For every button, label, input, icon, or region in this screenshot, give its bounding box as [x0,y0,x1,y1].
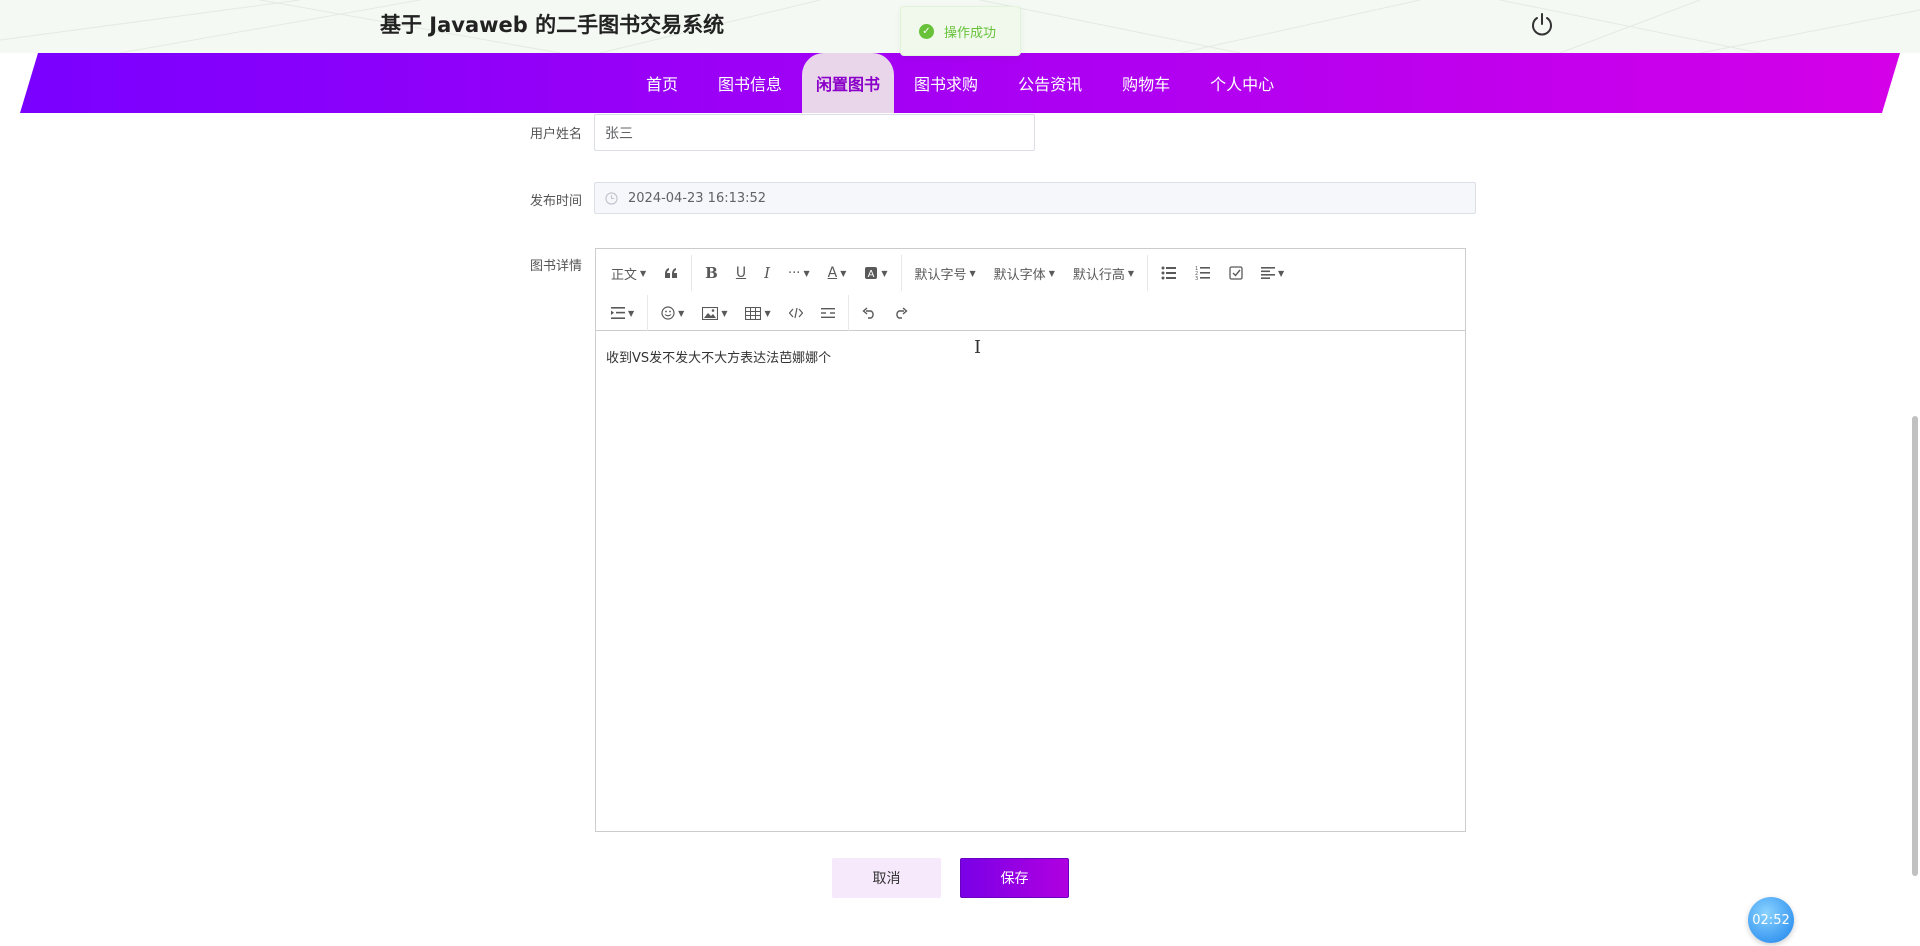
clock-icon [605,191,618,205]
undo-icon[interactable] [853,298,885,328]
paragraph-format-dropdown[interactable]: 正文 ▼ [602,258,655,288]
emoji-icon[interactable]: ▼ [652,298,693,328]
nav-item-announcements[interactable]: 公告资讯 [998,53,1102,113]
nav-items: 首页 图书信息 闲置图书 图书求购 公告资讯 购物车 个人中心 [626,53,1294,113]
svg-text:3: 3 [1195,276,1198,280]
code-icon[interactable] [780,298,812,328]
editor-content[interactable]: 收到VS发不发大不大方表达法芭娜娜个 [596,331,1465,831]
toolbar-divider [691,255,693,291]
align-icon[interactable]: ▼ [1252,258,1293,288]
bold-icon[interactable]: B [696,258,727,288]
italic-icon[interactable]: I [755,258,779,288]
username-field[interactable]: 张三 [594,114,1035,151]
svg-text:A: A [868,269,875,280]
more-style-dropdown[interactable]: ··· ▼ [779,258,819,288]
toolbar-divider [1147,255,1149,291]
editor-paragraph: 收到VS发不发大不大方表达法芭娜娜个 [606,351,832,366]
toolbar-divider [900,255,902,291]
todo-icon[interactable] [1220,258,1252,288]
rich-text-editor: 正文 ▼ B U I ··· ▼ A ▼ A ▼ 默认字号 ▼ 默认字体 ▼ 默认行高 ▼ 1… [595,248,1466,832]
nav-item-profile[interactable]: 个人中心 [1190,53,1294,113]
nav-item-book-wanted[interactable]: 图书求购 [894,53,998,113]
save-button[interactable]: 保存 [960,858,1069,898]
line-height-dropdown[interactable]: 默认行高 ▼ [1064,258,1143,288]
publish-time-field[interactable]: 2024-04-23 16:13:52 [594,182,1476,214]
editor-toolbar: 正文 ▼ B U I ··· ▼ A ▼ A ▼ 默认字号 ▼ 默认字体 ▼ 默认行高 ▼ 1… [596,249,1465,331]
timer-badge[interactable]: 02:52 [1748,897,1794,943]
book-detail-label: 图书详情 [529,259,582,274]
nav-item-cart[interactable]: 购物车 [1102,53,1190,113]
redo-icon[interactable] [885,298,917,328]
font-family-dropdown[interactable]: 默认字体 ▼ [985,258,1064,288]
username-value: 张三 [605,125,633,142]
text-cursor-icon: I [974,337,982,358]
font-size-dropdown[interactable]: 默认字号 ▼ [906,258,985,288]
font-color-icon[interactable]: A ▼ [819,258,856,288]
toolbar-divider [647,295,649,331]
nav-item-idle-books[interactable]: 闲置图书 [802,53,895,113]
numbered-list-icon[interactable]: 123 [1186,258,1220,288]
divider-icon[interactable] [812,298,844,328]
nav-item-book-info[interactable]: 图书信息 [698,53,802,113]
nav-item-home[interactable]: 首页 [626,53,698,113]
bulleted-list-icon[interactable] [1152,258,1186,288]
indent-icon[interactable]: ▼ [602,298,643,328]
table-icon[interactable]: ▼ [736,298,779,328]
check-circle-icon: ✓ [919,23,934,39]
publish-time-value: 2024-04-23 16:13:52 [628,190,767,206]
cancel-button[interactable]: 取消 [832,858,941,898]
toolbar-divider [847,295,849,331]
power-icon[interactable] [1528,10,1556,38]
toolbar-row-2: ▼ ▼ ▼ ▼ [602,293,1459,333]
main-nav: 首页 图书信息 闲置图书 图书求购 公告资讯 购物车 个人中心 [0,53,1920,113]
username-label: 用户姓名 [529,127,582,142]
success-toast: ✓ 操作成功 [900,6,1021,56]
toast-message: 操作成功 [944,25,997,41]
page-scrollbar[interactable] [1912,416,1918,876]
site-title: 基于 Javaweb 的二手图书交易系统 [380,13,725,37]
bg-color-icon[interactable]: A ▼ [855,258,896,288]
publish-time-label: 发布时间 [529,194,582,209]
quote-icon[interactable] [655,258,687,288]
image-icon[interactable]: ▼ [693,298,736,328]
underline-icon[interactable]: U [727,258,755,288]
toolbar-row-1: 正文 ▼ B U I ··· ▼ A ▼ A ▼ 默认字号 ▼ 默认字体 ▼ 默认行高 ▼ 1… [602,253,1459,293]
